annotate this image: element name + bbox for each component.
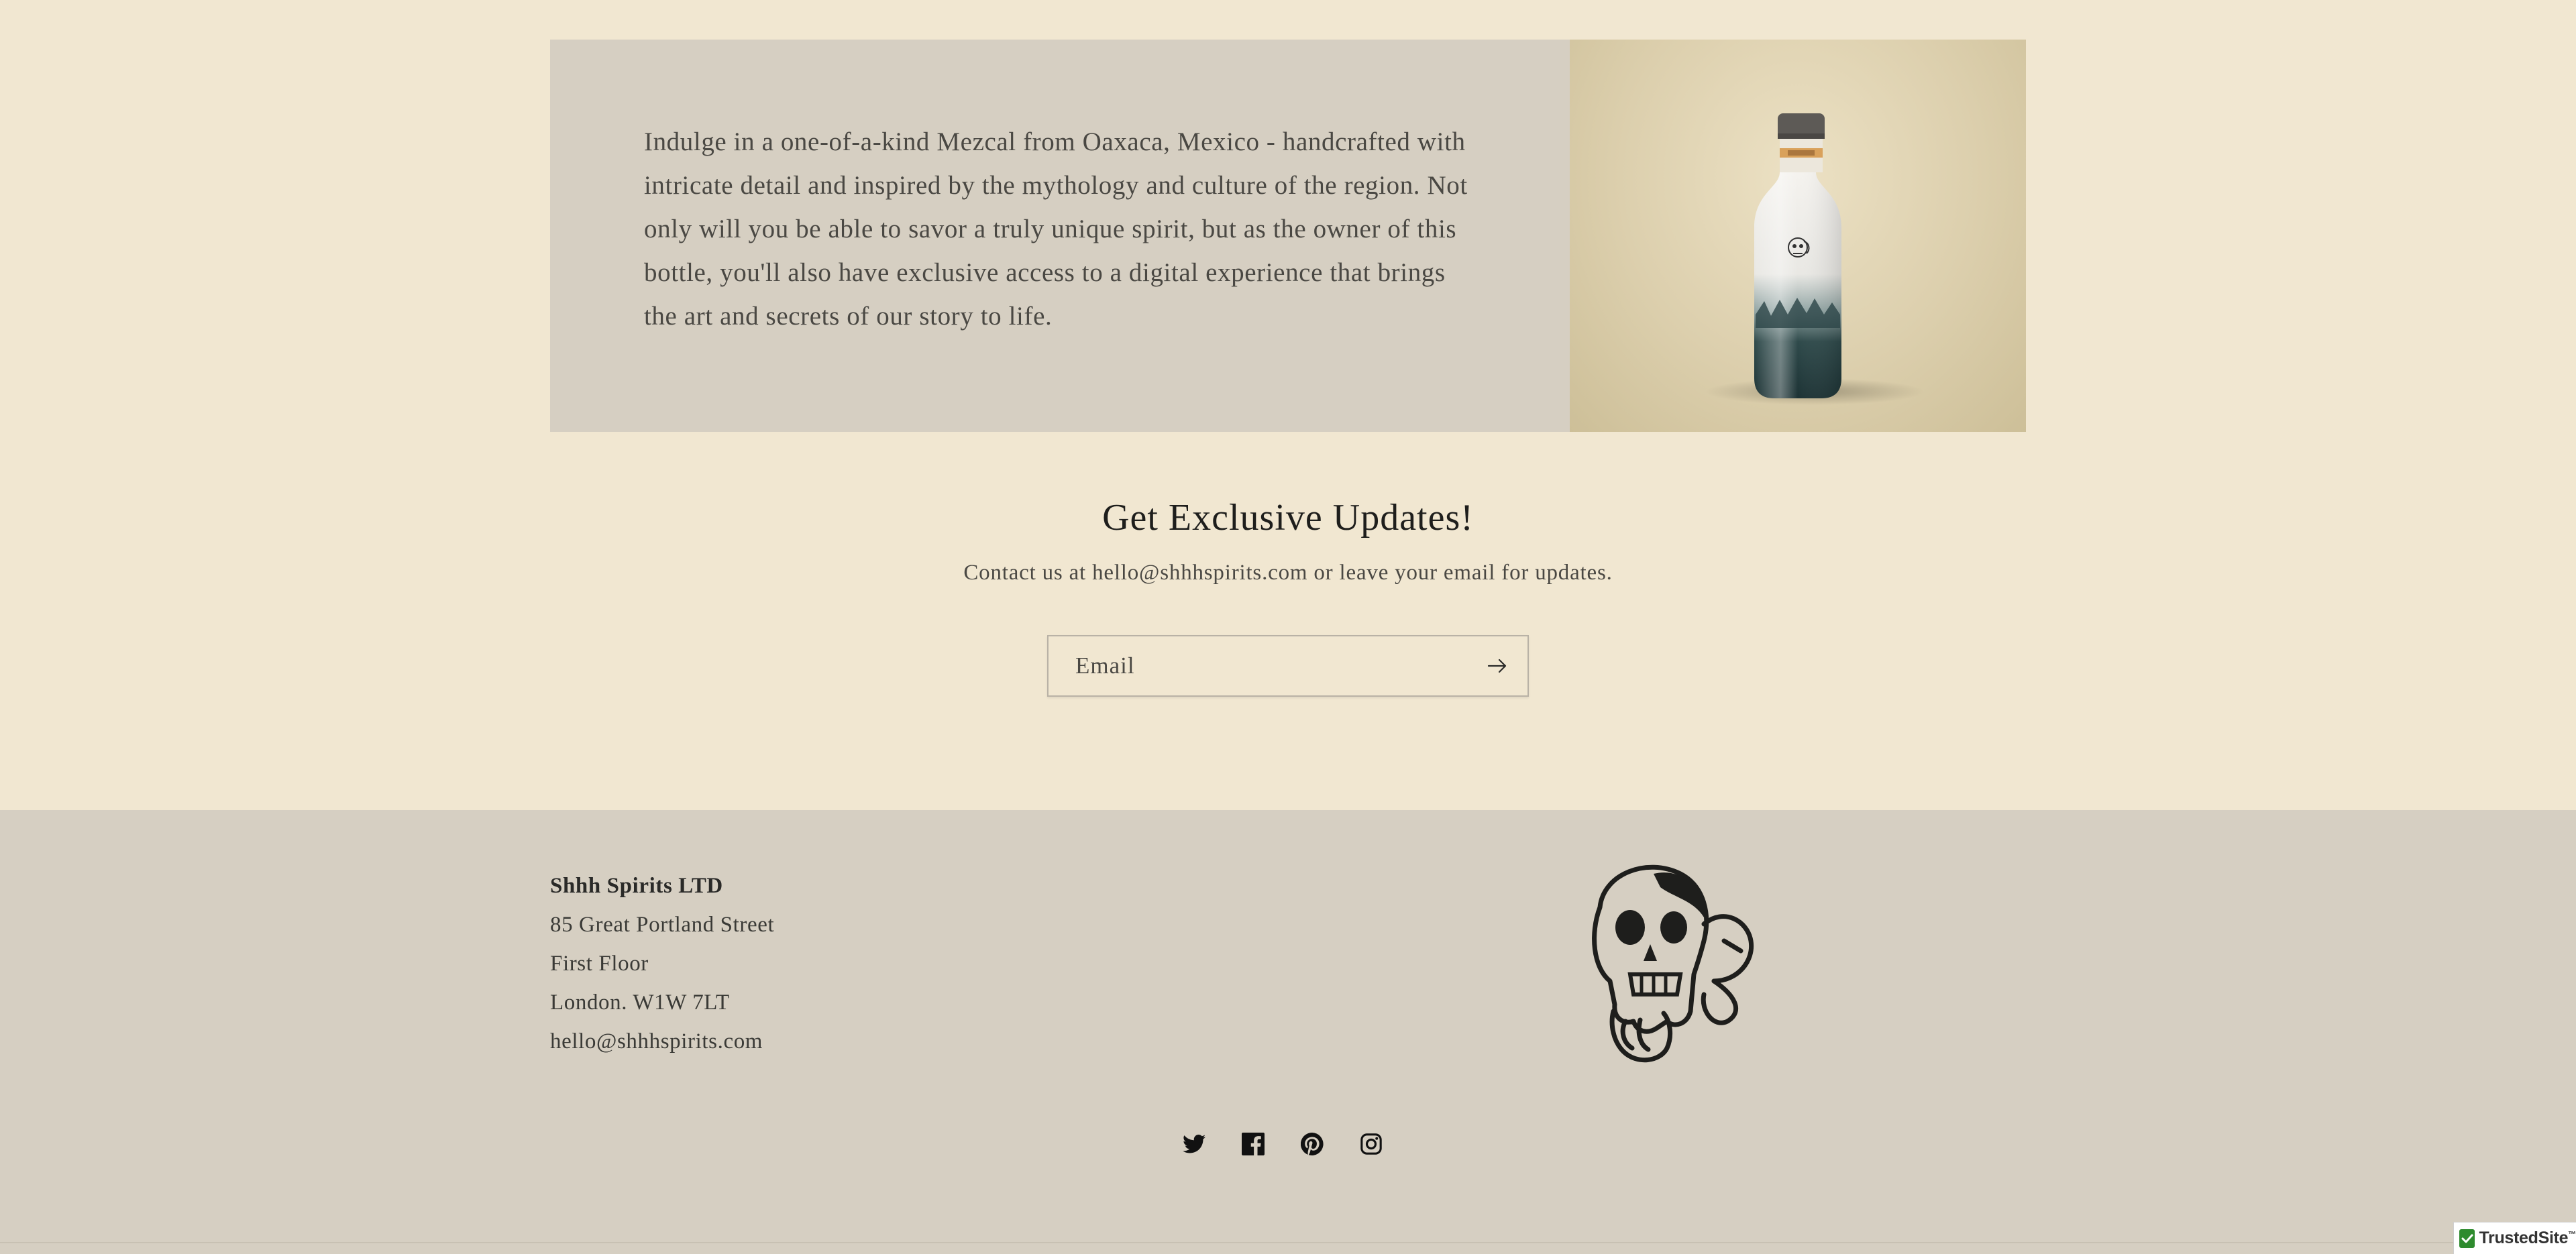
skull-logo-icon [1592,864,1754,1063]
address-line-floor: First Floor [550,952,649,976]
company-name: Shhh Spirits LTD [550,874,723,898]
trustedsite-label: TrustedSite™ [2479,1229,2576,1247]
mezcal-bottle-image [1754,113,1841,398]
instagram-icon [1360,1133,1382,1155]
newsletter-subtitle: Contact us at hello@shhhspirits.com or l… [963,561,1613,585]
feature-description: Indulge in a one-of-a-kind Mezcal from O… [644,127,1468,331]
social-links [1182,1132,1383,1156]
pinterest-link[interactable] [1300,1132,1324,1156]
product-image [1570,40,2026,432]
company-address: Shhh Spirits LTD 85 Great Portland Stree… [550,866,774,1061]
facebook-icon [1242,1133,1265,1155]
feature-text-panel: Indulge in a one-of-a-kind Mezcal from O… [550,40,1570,432]
newsletter-form [1047,635,1529,697]
newsletter-section: Get Exclusive Updates! Contact us at hel… [0,490,2576,697]
address-line-street: 85 Great Portland Street [550,913,775,937]
checkmark-icon [2459,1229,2475,1248]
feature-section: Indulge in a one-of-a-kind Mezcal from O… [550,40,2026,432]
instagram-link[interactable] [1359,1132,1383,1156]
contact-email: hello@shhhspirits.com [550,1029,763,1053]
footer: Shhh Spirits LTD 85 Great Portland Stree… [0,810,2576,1254]
arrow-right-icon [1487,659,1507,673]
footer-divider [0,1242,2576,1243]
twitter-link[interactable] [1182,1132,1206,1156]
pinterest-icon [1301,1133,1324,1155]
twitter-icon [1183,1135,1205,1153]
address-line-city: London. W1W 7LT [550,990,730,1015]
facebook-link[interactable] [1241,1132,1265,1156]
trustedsite-badge[interactable]: TrustedSite™ [2453,1222,2576,1254]
email-input[interactable] [1049,636,1467,695]
newsletter-title: Get Exclusive Updates! [1102,497,1474,538]
subscribe-button[interactable] [1467,636,1527,695]
